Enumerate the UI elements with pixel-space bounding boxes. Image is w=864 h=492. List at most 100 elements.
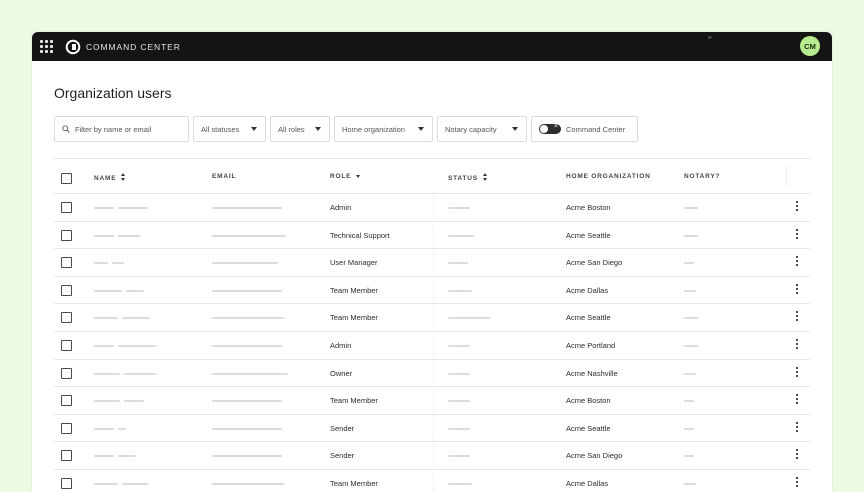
- chevron-down-icon: [251, 127, 257, 131]
- name-placeholder: [118, 207, 148, 209]
- row-checkbox[interactable]: [61, 450, 72, 462]
- app-launcher-icon[interactable]: [40, 39, 54, 54]
- home-org-cell: Acme San Diego: [566, 258, 623, 268]
- status-placeholder: [448, 372, 470, 375]
- row-actions-icon[interactable]: [796, 201, 798, 213]
- row-actions-icon[interactable]: [796, 228, 798, 241]
- row-checkbox[interactable]: [61, 339, 72, 351]
- row-actions-icon[interactable]: [796, 311, 798, 323]
- name-placeholder: [118, 234, 140, 237]
- name-placeholder: [94, 234, 114, 237]
- email-placeholder: [212, 234, 286, 237]
- column-header-home-org: HOME ORGANIZATION: [566, 173, 651, 180]
- chevron-down-icon: [315, 127, 321, 131]
- name-placeholder: [122, 317, 150, 320]
- name-placeholder: [94, 372, 120, 375]
- row-actions-icon[interactable]: [796, 394, 798, 406]
- status-placeholder: [448, 427, 470, 430]
- row-actions-icon[interactable]: [796, 338, 798, 351]
- notary-filter-select[interactable]: Notary capacity: [437, 116, 527, 142]
- row-actions-icon[interactable]: [796, 476, 798, 489]
- status-placeholder: [448, 344, 470, 347]
- notary-placeholder: [684, 289, 696, 292]
- column-header-status[interactable]: STATUS: [448, 173, 488, 182]
- notary-placeholder: [684, 455, 694, 458]
- table-row[interactable]: Sender Acme Seattle: [54, 415, 810, 443]
- table-row[interactable]: Sender Acme San Diego: [54, 442, 810, 470]
- table-row[interactable]: Admin Acme Portland: [54, 332, 810, 360]
- role-cell: Technical Support: [330, 230, 390, 240]
- sort-icon[interactable]: [121, 173, 126, 181]
- sort-icon[interactable]: [482, 173, 488, 181]
- name-placeholder: [118, 344, 156, 347]
- role-filter-select[interactable]: All roles: [270, 116, 330, 142]
- name-placeholder: [94, 262, 108, 265]
- cell-divider: [433, 445, 434, 467]
- status-placeholder: [448, 317, 490, 320]
- email-placeholder: [212, 482, 284, 485]
- status-filter-label: All statuses: [201, 124, 240, 134]
- row-checkbox[interactable]: [61, 284, 72, 296]
- select-all-checkbox[interactable]: [61, 173, 72, 184]
- home-org-cell: Acme San Diego: [566, 451, 623, 461]
- row-checkbox[interactable]: [61, 395, 72, 407]
- name-placeholder: [94, 482, 118, 485]
- email-placeholder: [212, 344, 282, 347]
- role-cell: Team Member: [330, 396, 378, 406]
- home-org-cell: Acme Portland: [566, 340, 616, 350]
- table-row[interactable]: Team Member Acme Boston: [54, 387, 810, 415]
- home-org-filter-label: Home organization: [342, 124, 405, 134]
- home-org-filter-select[interactable]: Home organization: [334, 116, 433, 142]
- role-filter-label: All roles: [278, 124, 305, 134]
- role-cell: Sender: [330, 423, 355, 433]
- table-row[interactable]: Team Member Acme Dallas: [54, 470, 810, 492]
- avatar[interactable]: CM: [800, 36, 820, 56]
- toggle-switch[interactable]: [539, 123, 561, 134]
- role-cell: Team Member: [330, 285, 378, 295]
- name-placeholder: [94, 289, 122, 292]
- notary-placeholder: [684, 482, 696, 485]
- column-header-name[interactable]: NAME: [94, 173, 126, 182]
- role-cell: Team Member: [330, 313, 378, 323]
- column-header-role[interactable]: ROLE: [330, 173, 361, 180]
- search-icon: [62, 125, 70, 133]
- sort-desc-icon[interactable]: [356, 175, 361, 178]
- name-placeholder: [112, 262, 124, 265]
- row-checkbox[interactable]: [61, 367, 72, 379]
- email-placeholder: [212, 262, 278, 265]
- name-placeholder: [94, 344, 114, 347]
- row-checkbox[interactable]: [61, 257, 72, 269]
- row-checkbox[interactable]: [61, 202, 72, 213]
- name-placeholder: [124, 372, 156, 375]
- table-row[interactable]: Technical Support Acme Seattle: [54, 222, 810, 250]
- row-checkbox[interactable]: [61, 422, 72, 434]
- row-actions-icon[interactable]: [796, 283, 798, 296]
- notary-placeholder: [684, 427, 694, 430]
- row-actions-icon[interactable]: [796, 256, 798, 268]
- notary-placeholder: [684, 317, 698, 320]
- name-placeholder: [94, 207, 114, 209]
- cell-divider: [433, 197, 434, 218]
- row-actions-icon[interactable]: [796, 449, 798, 461]
- table-row[interactable]: Team Member Acme Dallas: [54, 277, 810, 305]
- email-placeholder: [212, 317, 284, 320]
- name-placeholder: [94, 427, 114, 430]
- row-checkbox[interactable]: [61, 312, 72, 324]
- command-center-toggle[interactable]: Command Center: [531, 116, 638, 142]
- table-row[interactable]: Admin Acme Boston: [54, 194, 810, 222]
- search-input[interactable]: Filter by name or email: [54, 116, 189, 142]
- page-title: Organization users: [54, 85, 172, 101]
- table-row[interactable]: Team Member Acme Seattle: [54, 304, 810, 332]
- row-actions-icon[interactable]: [796, 366, 798, 379]
- notary-placeholder: [684, 207, 698, 209]
- row-actions-icon[interactable]: [796, 421, 798, 434]
- table-row[interactable]: User Manager Acme San Diego: [54, 249, 810, 277]
- cell-divider: [433, 279, 434, 301]
- status-filter-select[interactable]: All statuses: [193, 116, 266, 142]
- row-checkbox[interactable]: [61, 477, 72, 489]
- role-cell: Team Member: [330, 478, 378, 488]
- name-placeholder: [122, 482, 148, 485]
- table-row[interactable]: Owner Acme Nashville: [54, 360, 810, 388]
- table-header: NAME EMAIL ROLE STATUS HOME ORGANIZATION…: [54, 158, 810, 194]
- row-checkbox[interactable]: [61, 229, 72, 241]
